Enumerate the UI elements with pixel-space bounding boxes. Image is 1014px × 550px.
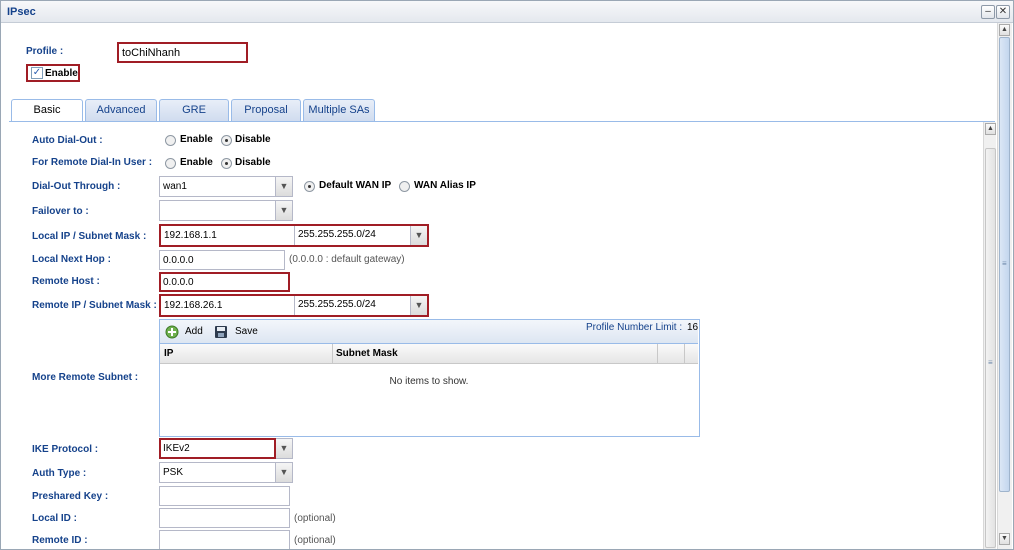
scroll-up-icon[interactable]: ▲ (999, 24, 1010, 36)
auth-type-value: PSK (163, 467, 184, 478)
close-button[interactable]: ✕ (996, 5, 1010, 19)
remote-dial-in-disable-label: Disable (235, 157, 271, 168)
ike-protocol-label: IKE Protocol : (32, 444, 99, 455)
scroll-up-icon[interactable]: ▲ (985, 123, 996, 135)
grid-empty-text: No items to show. (389, 376, 469, 387)
auto-dial-out-disable-label: Disable (235, 134, 271, 145)
remote-host-input[interactable] (159, 272, 290, 292)
remote-subnet-value: 255.255.255.0/24 (298, 299, 376, 310)
grip-icon: ≡ (1002, 259, 1007, 268)
preshared-key-input[interactable] (159, 486, 290, 506)
wan-alias-ip-radio[interactable] (399, 181, 410, 192)
remote-subnet-grid: Add Save Profile Number Limit : 16 IP Su… (159, 319, 700, 437)
failover-label: Failover to : (32, 206, 89, 217)
window-scrollbar-thumb[interactable]: ≡ (999, 37, 1010, 492)
remote-dial-in-disable-radio[interactable] (221, 158, 232, 169)
window-title: IPsec (7, 6, 36, 18)
column-header-subnet-mask[interactable]: Subnet Mask (336, 348, 398, 359)
remote-id-label: Remote ID : (32, 535, 88, 546)
local-next-hop-input[interactable] (159, 250, 285, 270)
local-next-hop-label: Local Next Hop : (32, 254, 111, 265)
profile-input[interactable] (117, 42, 248, 63)
enable-label: Enable (45, 68, 78, 79)
chevron-down-icon[interactable]: ▼ (410, 296, 427, 315)
chevron-down-icon[interactable]: ▼ (410, 226, 427, 245)
auto-dial-out-disable-radio[interactable] (221, 135, 232, 146)
dial-out-through-label: Dial-Out Through : (32, 181, 121, 192)
tab-advanced[interactable]: Advanced (85, 99, 157, 121)
tab-gre[interactable]: GRE (159, 99, 229, 121)
chevron-down-icon[interactable]: ▼ (275, 463, 292, 482)
ike-protocol-highlight (159, 438, 276, 459)
close-icon: ✕ (998, 6, 1008, 17)
auto-dial-out-enable-label: Enable (180, 134, 213, 145)
grid-header: IP Subnet Mask (160, 344, 698, 364)
auth-type-select[interactable]: PSK ▼ (159, 462, 293, 483)
remote-subnet-select[interactable]: 255.255.255.0/24 ▼ (294, 296, 427, 315)
wan-alias-ip-label: WAN Alias IP (414, 180, 476, 191)
save-icon (215, 326, 227, 338)
minimize-button[interactable]: – (981, 5, 995, 19)
remote-id-note: (optional) (294, 535, 336, 546)
preshared-key-label: Preshared Key : (32, 491, 109, 502)
auto-dial-out-label: Auto Dial-Out : (32, 135, 103, 146)
dial-out-through-value: wan1 (163, 181, 187, 192)
checkmark-icon: ✓ (32, 67, 42, 78)
add-label: Add (185, 326, 203, 337)
profile-limit-label: Profile Number Limit : (586, 322, 683, 333)
default-wan-ip-radio[interactable] (304, 181, 315, 192)
title-bar: IPsec – ✕ (1, 1, 1013, 23)
remote-host-label: Remote Host : (32, 276, 100, 287)
column-header-ip[interactable]: IP (164, 348, 173, 359)
remote-dial-in-enable-radio[interactable] (165, 158, 176, 169)
save-button[interactable]: Save (214, 324, 264, 340)
local-subnet-select[interactable]: 255.255.255.0/24 ▼ (294, 226, 427, 245)
local-subnet-value: 255.255.255.0/24 (298, 229, 376, 240)
dial-out-through-select[interactable]: wan1 ▼ (159, 176, 293, 197)
tab-multiple-sas[interactable]: Multiple SAs (303, 99, 375, 121)
grid-toolbar: Add Save Profile Number Limit : 16 (160, 320, 698, 344)
local-id-label: Local ID : (32, 513, 78, 524)
local-id-input[interactable] (159, 508, 290, 528)
remote-id-input[interactable] (159, 530, 290, 549)
profile-label: Profile : (26, 46, 64, 57)
enable-checkbox[interactable]: ✓ (31, 67, 43, 79)
content-scrollbar-thumb[interactable]: ≡ (985, 148, 996, 548)
profile-limit-value: 16 (687, 322, 699, 333)
save-label: Save (235, 326, 258, 337)
remote-ip-label: Remote IP / Subnet Mask : (32, 300, 157, 311)
local-next-hop-note: (0.0.0.0 : default gateway) (289, 254, 405, 265)
column-separator (332, 344, 333, 363)
local-ip-label: Local IP / Subnet Mask : (32, 231, 147, 242)
tab-proposal[interactable]: Proposal (231, 99, 301, 121)
scroll-down-icon[interactable]: ▼ (999, 533, 1010, 545)
local-id-note: (optional) (294, 513, 336, 524)
chevron-down-icon[interactable]: ▼ (275, 177, 292, 196)
column-separator (684, 344, 685, 363)
failover-select[interactable]: ▼ (159, 200, 293, 221)
add-icon (165, 325, 179, 339)
grip-icon: ≡ (988, 358, 993, 367)
window-scrollbar[interactable]: ▲ ≡ ▼ (997, 23, 1012, 549)
auto-dial-out-enable-radio[interactable] (165, 135, 176, 146)
tab-basic[interactable]: Basic (11, 99, 83, 122)
default-wan-ip-label: Default WAN IP (319, 180, 392, 191)
more-remote-subnet-label: More Remote Subnet : (32, 372, 139, 383)
remote-ip-input[interactable] (161, 296, 294, 315)
ipsec-window: IPsec – ✕ Profile : ✓ Enable Basic Advan… (0, 0, 1014, 550)
chevron-down-icon[interactable]: ▼ (275, 201, 292, 220)
auth-type-label: Auth Type : (32, 468, 87, 479)
local-ip-input[interactable] (161, 226, 294, 245)
column-separator (657, 344, 658, 363)
minimize-icon: – (985, 6, 991, 17)
content-scrollbar[interactable]: ▲ ≡ (983, 122, 996, 549)
remote-dial-in-label: For Remote Dial-In User : (32, 157, 153, 168)
remote-dial-in-enable-label: Enable (180, 157, 213, 168)
chevron-down-icon[interactable]: ▼ (275, 439, 292, 458)
basic-tab-panel: Auto Dial-Out : Enable Disable For Remot… (9, 122, 983, 549)
